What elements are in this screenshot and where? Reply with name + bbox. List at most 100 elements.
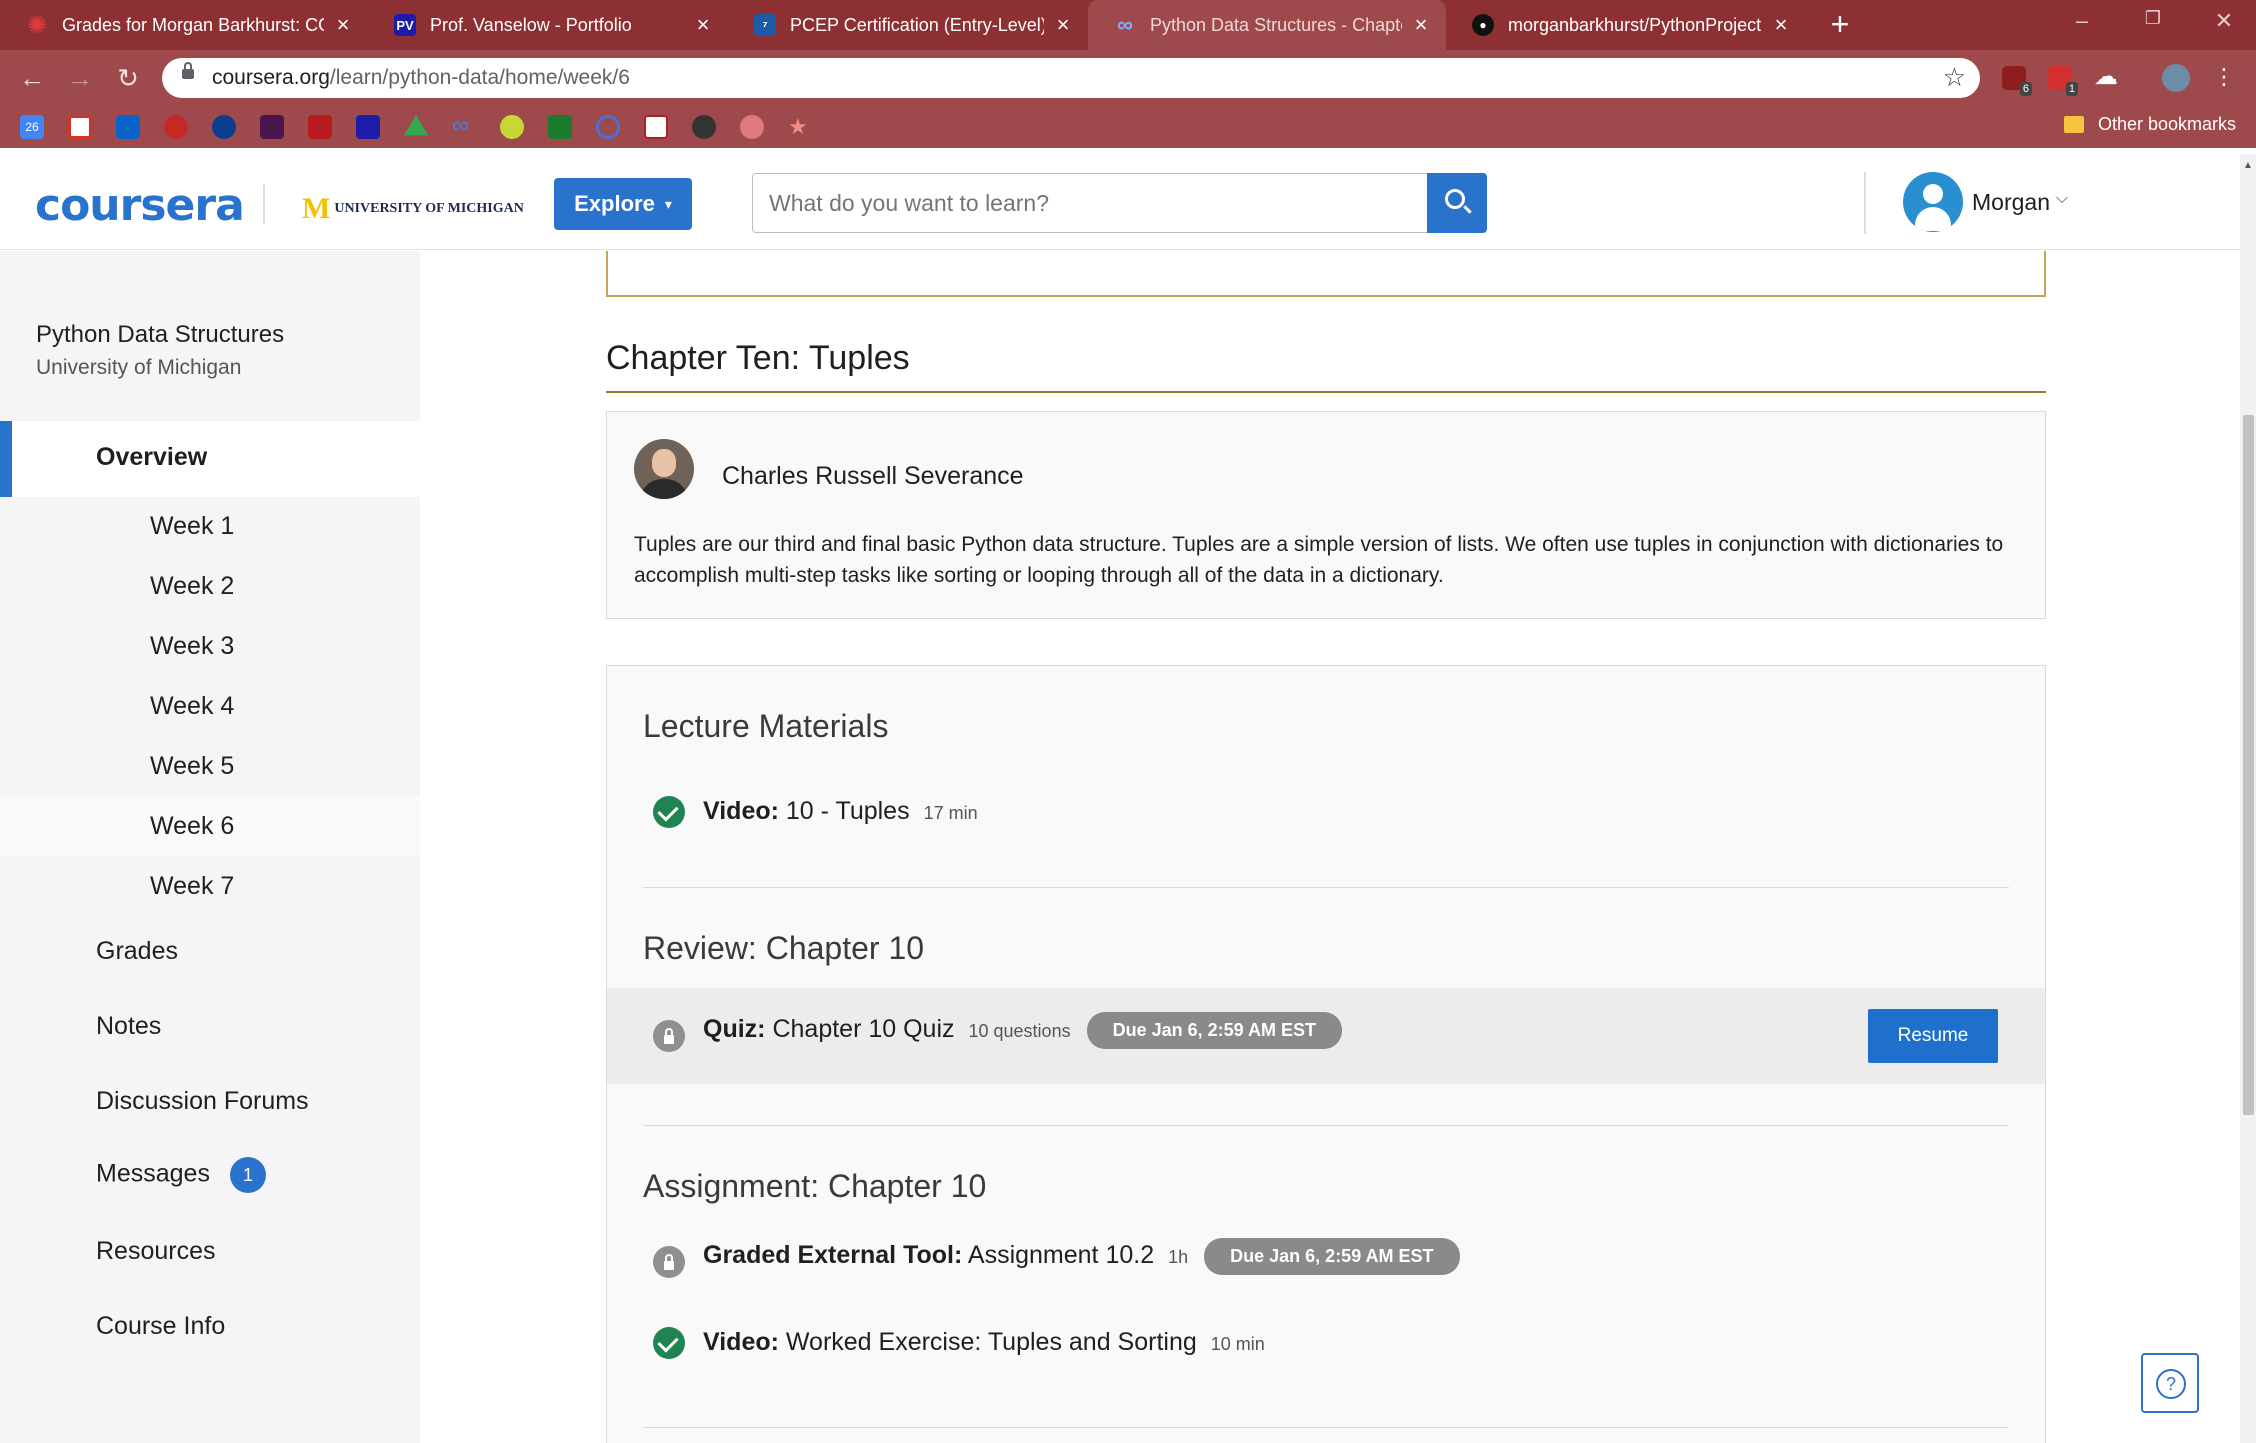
close-tab-icon[interactable]: × <box>692 12 714 38</box>
sidebar-item-week-2[interactable]: Week 2 <box>0 557 420 617</box>
tab-title: Prof. Vanselow - Portfolio <box>430 14 632 35</box>
sidebar-item-week-3[interactable]: Week 3 <box>0 617 420 677</box>
close-tab-icon[interactable]: × <box>332 12 354 38</box>
back-icon[interactable]: ← <box>14 62 50 94</box>
instructor-card: Charles Russell Severance Tuples are our… <box>606 411 2046 619</box>
chevron-down-icon: ▾ <box>664 195 672 212</box>
cloud-icon[interactable]: ☁ <box>2094 65 2118 90</box>
ublock-icon[interactable]: 6 <box>2002 66 2032 96</box>
instructor-photo <box>634 439 694 499</box>
tab-title: Python Data Structures - Chapter <box>1150 14 1402 35</box>
star-bookmark-icon[interactable]: ★ <box>788 115 812 139</box>
list-item[interactable]: Graded External Tool: Assignment 10.2 1h D… <box>607 1222 2045 1302</box>
tab-title: Grades for Morgan Barkhurst: CO <box>62 14 324 35</box>
sidebar-item-overview[interactable]: Overview <box>0 421 420 497</box>
toolbar: ← → ↻ coursera.org/learn/python-data/hom… <box>0 50 2256 106</box>
divider <box>643 1125 2009 1126</box>
address-bar[interactable]: coursera.org/learn/python-data/home/week… <box>162 58 1980 98</box>
checkmark-icon <box>653 796 685 828</box>
previous-section-card <box>606 251 2046 297</box>
profile-icon[interactable] <box>2162 64 2190 92</box>
browser-tab[interactable]: ● morganbarkhurst/PythonProjectI × <box>1446 0 1806 50</box>
sidebar-item-week-7[interactable]: Week 7 <box>0 857 420 917</box>
browser-tab[interactable]: ⁷ PCEP Certification (Entry-Level) | I × <box>728 0 1088 50</box>
sidebar-item-course-info[interactable]: Course Info <box>96 1312 225 1341</box>
close-window-icon[interactable]: ✕ <box>2204 8 2244 34</box>
bookmark-icon[interactable] <box>500 115 524 139</box>
search-button[interactable] <box>1427 173 1487 233</box>
bookmark-icon[interactable] <box>548 115 572 139</box>
sidebar-item-discussion-forums[interactable]: Discussion Forums <box>96 1087 309 1116</box>
partner-logo[interactable]: M UNIVERSITY OF MICHIGAN <box>302 192 524 226</box>
minimize-icon[interactable]: – <box>2062 8 2102 34</box>
sidebar-item-week-6[interactable]: Week 6 <box>0 797 420 857</box>
divider <box>643 887 2009 888</box>
extension-badge: 1 <box>2065 82 2078 96</box>
divider <box>263 184 265 224</box>
sidebar-item-grades[interactable]: Grades <box>96 937 178 966</box>
todo-icon[interactable]: 1 <box>2048 66 2078 96</box>
list-item[interactable]: Video: Worked Exercise: Tuples and Sorti… <box>607 1302 2045 1382</box>
explore-button[interactable]: Explore ▾ <box>554 178 692 230</box>
new-tab-button[interactable]: + <box>1822 6 1858 42</box>
avatar[interactable] <box>1903 172 1963 232</box>
close-tab-icon[interactable]: × <box>1410 12 1432 38</box>
sidebar-item-week-5[interactable]: Week 5 <box>0 737 420 797</box>
bookmark-icon[interactable] <box>644 115 668 139</box>
bookmark-icon[interactable] <box>308 115 332 139</box>
instructor-name[interactable]: Charles Russell Severance <box>722 462 1024 491</box>
bookmark-star-icon[interactable]: ☆ <box>1943 62 1966 93</box>
user-name[interactable]: Morgan <box>1972 189 2050 216</box>
search-input[interactable] <box>753 174 1427 232</box>
sidebar-item-week-1[interactable]: Week 1 <box>0 497 420 557</box>
sidebar-item-notes[interactable]: Notes <box>96 1012 161 1041</box>
help-button[interactable]: ? <box>2141 1353 2199 1413</box>
item-title: Chapter 10 Quiz <box>772 1015 955 1044</box>
course-name[interactable]: Python Data Structures <box>36 321 284 349</box>
item-duration: 1h <box>1168 1247 1189 1268</box>
list-item[interactable]: Quiz: Chapter 10 Quiz 10 questions Due Jan… <box>607 988 2045 1084</box>
item-title: Worked Exercise: Tuples and Sorting <box>785 1328 1197 1356</box>
bookmark-icon[interactable] <box>692 115 716 139</box>
calendar-icon[interactable]: 26 <box>20 115 44 139</box>
scroll-up-icon[interactable]: ▲ <box>2243 160 2253 171</box>
divider <box>606 391 2046 393</box>
close-tab-icon[interactable]: × <box>1770 12 1792 38</box>
coursera-logo[interactable]: coursera <box>35 180 245 231</box>
canvas-icon[interactable] <box>164 115 188 139</box>
list-item[interactable]: Video: 10 - Tuples 17 min <box>607 766 2045 856</box>
chevron-down-icon[interactable]: ⌵ <box>2056 190 2068 208</box>
unread-badge: 1 <box>229 1157 266 1193</box>
resume-button[interactable]: Resume <box>1868 1009 1998 1063</box>
tab-title: PCEP Certification (Entry-Level) | I <box>790 14 1044 35</box>
coursera-infinity-icon[interactable]: ∞ <box>452 114 476 139</box>
restore-icon[interactable]: ❐ <box>2133 8 2173 29</box>
sidebar-item-week-4[interactable]: Week 4 <box>0 677 420 737</box>
browser-tab-active[interactable]: ∞ Python Data Structures - Chapter × <box>1088 0 1446 50</box>
forward-icon[interactable]: → <box>62 62 98 94</box>
nasa-icon[interactable] <box>212 115 236 139</box>
browser-tab[interactable]: PV Prof. Vanselow - Portfolio × <box>368 0 728 50</box>
checkmark-icon <box>653 1327 685 1359</box>
scrollbar-thumb[interactable] <box>2243 415 2254 1115</box>
sidebar-item-messages[interactable]: Messages 1 <box>96 1157 266 1193</box>
sidebar-item-resources[interactable]: Resources <box>96 1237 216 1266</box>
close-tab-icon[interactable]: × <box>1052 12 1074 38</box>
chapter-title: Chapter Ten: Tuples <box>606 339 910 377</box>
outlook-icon[interactable] <box>116 115 140 139</box>
search-bookmark-icon[interactable] <box>596 115 620 139</box>
menu-kebab-icon[interactable]: ⋮ <box>2212 66 2236 90</box>
google-drive-icon[interactable] <box>404 115 428 136</box>
globe-icon[interactable] <box>740 115 764 139</box>
lock-icon <box>653 1246 685 1278</box>
slack-icon[interactable] <box>260 115 284 139</box>
pv-icon[interactable] <box>356 115 380 139</box>
item-title: 10 - Tuples <box>785 797 910 825</box>
browser-tab[interactable]: ✺ Grades for Morgan Barkhurst: CO × <box>0 0 368 50</box>
help-icon: ? <box>2156 1369 2186 1399</box>
folder-icon <box>2063 116 2084 133</box>
gmail-icon[interactable] <box>68 115 92 139</box>
reload-icon[interactable]: ↻ <box>110 62 146 94</box>
other-bookmarks[interactable]: Other bookmarks <box>2063 114 2236 135</box>
divider <box>1864 172 1866 234</box>
